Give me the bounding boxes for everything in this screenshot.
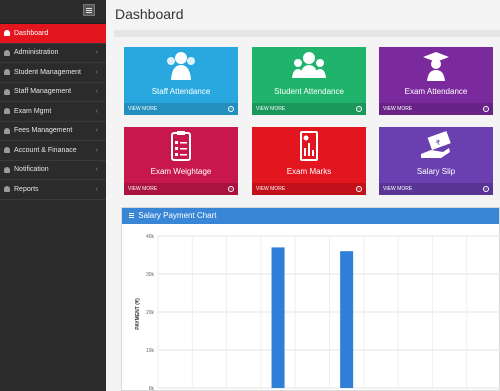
y-tick-label: 40k xyxy=(146,234,155,240)
y-axis-label: PAYMENT (₹) xyxy=(135,298,141,330)
sidebar-item-dashboard[interactable]: Dashboard xyxy=(0,24,106,44)
user-icon xyxy=(4,166,10,173)
view-more-label: VIEW MORE xyxy=(128,106,158,112)
y-tick-label: 10k xyxy=(146,348,155,354)
chevron-left-icon: ‹ xyxy=(95,127,98,135)
y-tick-label: 0k xyxy=(149,386,155,391)
user-icon xyxy=(4,147,10,154)
sidebar-item-notification[interactable]: Notification ‹ xyxy=(0,161,106,180)
tile-label: Student Attendance xyxy=(274,87,344,96)
arrow-right-icon: › xyxy=(483,186,489,192)
sidebar-item-label: Exam Mgmt xyxy=(14,107,52,115)
sidebar-item-label: Staff Management xyxy=(14,88,72,96)
chart-bar xyxy=(340,251,354,388)
view-more-label: VIEW MORE xyxy=(383,106,413,112)
sidebar-item-student-management[interactable]: Student Management ‹ xyxy=(0,63,106,83)
view-more-label: VIEW MORE xyxy=(383,186,413,192)
view-more-label: VIEW MORE xyxy=(256,106,286,112)
tile-label: Exam Marks xyxy=(286,167,332,176)
tile-label: Exam Weightage xyxy=(150,167,212,176)
salary-chart: 0k 10k 20k 30k 40k PAYMENT (₹) xyxy=(135,234,500,391)
chart-bar xyxy=(271,247,285,388)
svg-text:₹: ₹ xyxy=(436,139,441,147)
list-icon xyxy=(129,213,134,219)
sidebar-menu: Dashboard Administration ‹ Student Manageme… xyxy=(0,24,106,200)
view-more-label: VIEW MORE xyxy=(128,186,158,192)
chevron-left-icon: ‹ xyxy=(95,68,98,76)
tile-student-attendance[interactable]: Student Attendance VIEW MORE › xyxy=(252,47,366,115)
sidebar-item-reports[interactable]: Reports ‹ xyxy=(0,180,106,200)
sidebar-item-label: Fees Management xyxy=(14,127,73,135)
chevron-left-icon: ‹ xyxy=(95,107,98,115)
sidebar-item-label: Administration xyxy=(14,49,59,57)
chevron-left-icon: ‹ xyxy=(95,146,98,154)
y-tick-label: 20k xyxy=(146,310,155,316)
sidebar-item-label: Notification xyxy=(14,166,49,174)
user-icon xyxy=(4,49,10,56)
panel-header: Salary Payment Chart xyxy=(122,208,499,224)
view-more-link[interactable]: VIEW MORE › xyxy=(252,183,366,195)
panel-title: Salary Payment Chart xyxy=(138,211,217,220)
sidebar-item-account-finanace[interactable]: Account & Finanace ‹ xyxy=(0,141,106,161)
arrow-right-icon: › xyxy=(356,106,362,112)
arrow-right-icon: › xyxy=(228,186,234,192)
sidebar-item-label: Dashboard xyxy=(14,29,49,37)
sidebar-item-label: Student Management xyxy=(14,68,81,76)
view-more-link[interactable]: VIEW MORE › xyxy=(379,103,493,115)
chevron-left-icon: ‹ xyxy=(95,88,98,96)
sidebar-item-administration[interactable]: Administration ‹ xyxy=(0,44,106,63)
tile-label: Staff Attendance xyxy=(151,87,211,96)
user-icon xyxy=(4,88,10,95)
page-title: Dashboard xyxy=(115,6,184,22)
sidebar-item-staff-management[interactable]: Staff Management ‹ xyxy=(0,83,106,102)
arrow-right-icon: › xyxy=(356,186,362,192)
tile-label: Exam Attendance xyxy=(404,87,468,96)
tile-exam-attendance[interactable]: Exam Attendance VIEW MORE › xyxy=(379,47,493,115)
chevron-left-icon: ‹ xyxy=(95,185,98,193)
arrow-right-icon: › xyxy=(483,106,489,112)
sidebar-item-exam-mgmt[interactable]: Exam Mgmt ‹ xyxy=(0,102,106,122)
user-icon xyxy=(4,108,10,115)
page-header: Dashboard xyxy=(106,0,500,28)
tile-label: Salary Slip xyxy=(416,167,456,176)
tile-exam-marks[interactable]: Exam Marks VIEW MORE › xyxy=(252,127,366,195)
view-more-link[interactable]: VIEW MORE › xyxy=(379,183,493,195)
user-icon xyxy=(4,186,10,193)
view-more-label: VIEW MORE xyxy=(256,186,286,192)
sidebar-header xyxy=(0,0,106,24)
menu-toggle-icon[interactable] xyxy=(83,4,95,16)
tile-exam-weightage[interactable]: Exam Weightage VIEW MORE › xyxy=(124,127,238,195)
chevron-left-icon: ‹ xyxy=(95,49,98,57)
sidebar-item-fees-management[interactable]: Fees Management ‹ xyxy=(0,122,106,141)
view-more-link[interactable]: VIEW MORE › xyxy=(124,183,238,195)
view-more-link[interactable]: VIEW MORE › xyxy=(252,103,366,115)
y-tick-label: 30k xyxy=(146,272,155,278)
sidebar-item-label: Reports xyxy=(14,185,39,193)
sidebar: Dashboard Administration ‹ Student Manageme… xyxy=(0,0,106,391)
user-icon xyxy=(4,127,10,134)
arrow-right-icon: › xyxy=(228,106,234,112)
tile-salary-slip[interactable]: ₹ Salary Slip VIEW MORE › xyxy=(379,127,493,195)
tile-staff-attendance[interactable]: Staff Attendance VIEW MORE › xyxy=(124,47,238,115)
header-divider xyxy=(114,30,500,37)
chevron-left-icon: ‹ xyxy=(95,166,98,174)
salary-chart-panel: Salary Payment Chart 0k 10k 20k 30k 40k PAYME… xyxy=(121,207,500,391)
view-more-link[interactable]: VIEW MORE › xyxy=(124,103,238,115)
sidebar-item-label: Account & Finanace xyxy=(14,146,77,154)
user-icon xyxy=(4,69,10,76)
user-icon xyxy=(4,30,10,37)
